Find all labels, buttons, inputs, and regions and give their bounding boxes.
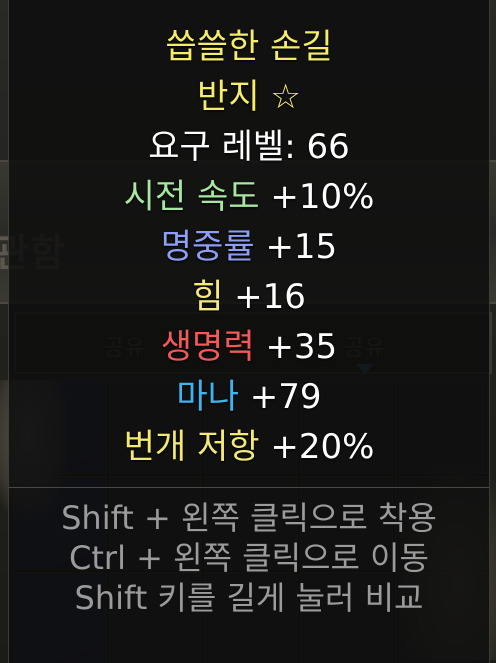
stat-value: +10% — [270, 177, 375, 217]
stat-value: +35 — [265, 327, 338, 367]
stat-label: 명중률 — [160, 227, 255, 267]
item-tooltip: 씁쓸한 손길 반지 ☆ 요구 레벨: 66 시전 속도 +10% 명중률 +15… — [8, 0, 490, 663]
stat-label: 생명력 — [160, 327, 255, 367]
hint-equip: Shift + 왼쪽 클릭으로 착용 — [61, 499, 437, 537]
stat-label: 마나 — [176, 377, 239, 417]
stat-label: 번개 저항 — [123, 427, 260, 467]
hint-move: Ctrl + 왼쪽 클릭으로 이동 — [69, 539, 429, 577]
stat-label: 힘 — [192, 277, 224, 317]
stat-life: 생명력 +35 — [9, 322, 489, 372]
stat-value: +79 — [249, 377, 322, 417]
stat-accuracy: 명중률 +15 — [9, 222, 489, 272]
stat-label: 시전 속도 — [123, 177, 260, 217]
stat-value: +15 — [265, 227, 338, 267]
item-type: 반지 ☆ — [197, 77, 301, 117]
stat-value: +20% — [270, 427, 375, 467]
item-required-level: 요구 레벨: 66 — [148, 127, 350, 167]
item-name: 씁쓸한 손길 — [165, 27, 333, 67]
stat-lightning-resistance: 번개 저항 +20% — [9, 422, 489, 472]
stat-strength: 힘 +16 — [9, 272, 489, 322]
tooltip-divider — [9, 487, 489, 488]
stat-value: +16 — [234, 277, 306, 317]
item-stats-block: 씁쓸한 손길 반지 ☆ 요구 레벨: 66 시전 속도 +10% 명중률 +15… — [9, 22, 489, 472]
stat-cast-speed: 시전 속도 +10% — [9, 172, 489, 222]
stat-mana: 마나 +79 — [9, 372, 489, 422]
hint-compare: Shift 키를 길게 눌러 비교 — [74, 579, 424, 617]
control-hints: Shift + 왼쪽 클릭으로 착용 Ctrl + 왼쪽 클릭으로 이동 Shi… — [9, 498, 489, 618]
